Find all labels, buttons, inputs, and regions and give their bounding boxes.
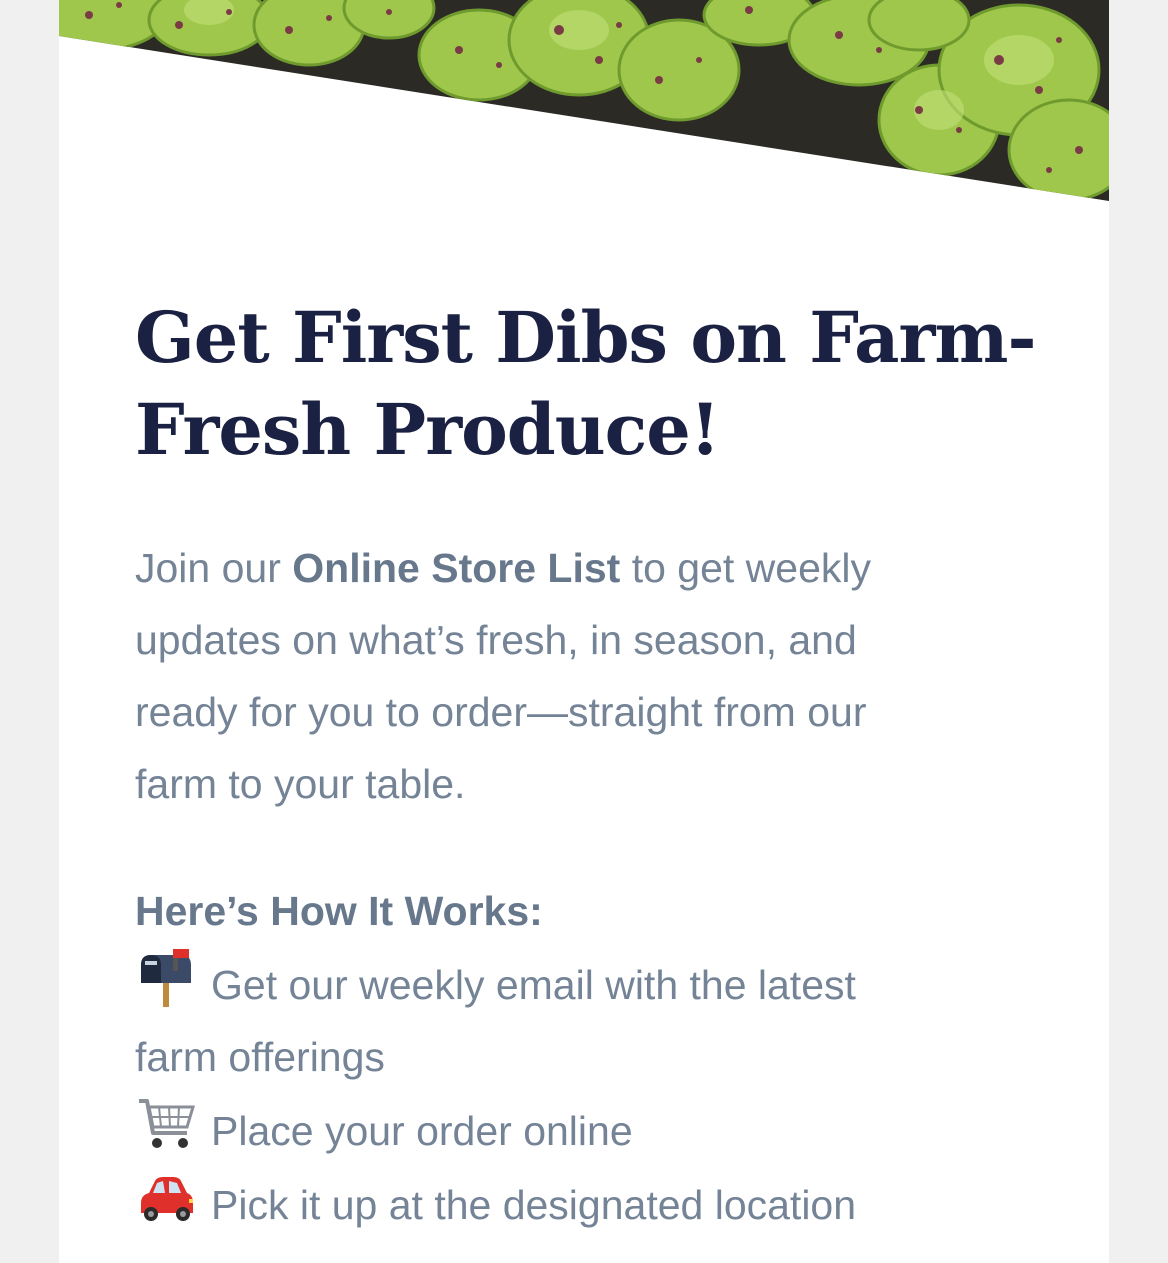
step-pickup-text: Pick it up at the designated location bbox=[211, 1182, 857, 1228]
intro-line-1: Join our Online Store List to get weekly bbox=[135, 532, 1035, 604]
hero-photo-leafy-greens bbox=[59, 0, 1109, 201]
car-icon bbox=[135, 1167, 197, 1229]
headline-line-1: Get First Dibs on Farm- bbox=[135, 296, 1037, 379]
step-order-text: Place your order online bbox=[211, 1108, 633, 1154]
online-store-list-label: Online Store List bbox=[292, 545, 621, 591]
intro-line-1-suffix: to get weekly bbox=[620, 545, 871, 591]
intro-line-4: farm to your table. bbox=[135, 761, 466, 807]
page-title: Get First Dibs on Farm- Fresh Produce! bbox=[135, 292, 1037, 476]
how-it-works-section: Here’s How It Works: Get our weekly emai… bbox=[135, 875, 1035, 1241]
step-pickup: Pick it up at the designated location bbox=[135, 1167, 1035, 1241]
headline-line-2: Fresh Produce! bbox=[135, 388, 721, 471]
step-email-text-1: Get our weekly email with the latest bbox=[211, 962, 856, 1008]
mailbox-icon bbox=[135, 947, 197, 1009]
intro-line-3: ready for you to order—straight from our bbox=[135, 689, 867, 735]
intro-paragraph: Join our Online Store List to get weekly… bbox=[135, 532, 1035, 820]
intro-prefix: Join our bbox=[135, 545, 293, 591]
hero-image bbox=[59, 0, 1109, 201]
shopping-cart-icon bbox=[135, 1093, 197, 1155]
step-email-line-2: farm offerings bbox=[135, 1034, 385, 1080]
how-it-works-title: Here’s How It Works: bbox=[135, 888, 543, 934]
main-content: Get First Dibs on Farm- Fresh Produce! J… bbox=[135, 292, 1037, 1241]
intro-line-2: updates on what’s fresh, in season, and bbox=[135, 617, 857, 663]
step-order: Place your order online bbox=[135, 1093, 1035, 1167]
content-card: Get First Dibs on Farm- Fresh Produce! J… bbox=[59, 0, 1109, 1263]
step-email: Get our weekly email with the latest bbox=[135, 947, 1035, 1021]
